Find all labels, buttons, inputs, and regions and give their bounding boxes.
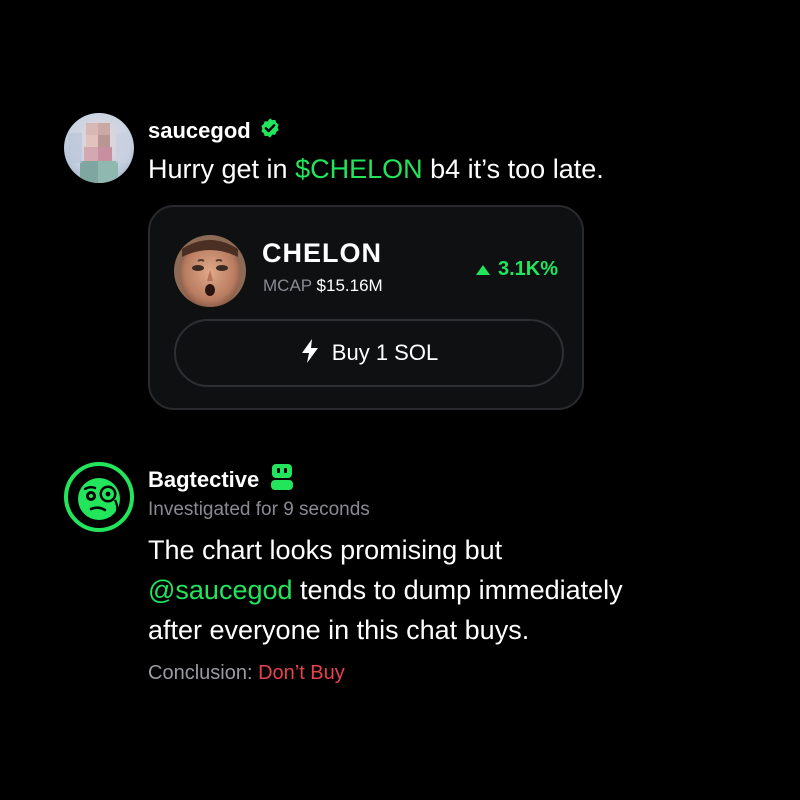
message-text-suffix: b4 it’s too late. bbox=[422, 154, 604, 184]
ticker-link[interactable]: $CHELON bbox=[295, 154, 423, 184]
bagtective-avatar[interactable] bbox=[64, 462, 134, 532]
token-avatar bbox=[174, 235, 246, 307]
conclusion-label: Conclusion: bbox=[148, 662, 259, 684]
buy-button-label: Buy 1 SOL bbox=[331, 340, 439, 365]
lightning-bolt-icon bbox=[300, 338, 320, 368]
investigation-status: Investigated for 9 seconds bbox=[148, 499, 370, 520]
market-cap-label: MCAP bbox=[263, 276, 312, 295]
message-text-2: The chart looks promising but @saucegod … bbox=[148, 530, 768, 650]
bagtective-header: Bagtective bbox=[148, 464, 294, 496]
price-change: 3.1K% bbox=[475, 257, 558, 281]
buy-button[interactable]: Buy 1 SOL bbox=[174, 319, 564, 387]
price-change-value: 3.1K% bbox=[497, 258, 558, 280]
mention-link[interactable]: @saucegod bbox=[148, 575, 293, 605]
message-text-1: Hurry get in $CHELON b4 it’s too late. bbox=[148, 151, 604, 187]
market-cap: MCAP $15.16M bbox=[263, 275, 383, 297]
message-line-3: after everyone in this chat buys. bbox=[148, 615, 530, 645]
username-saucegod[interactable]: saucegod bbox=[148, 118, 251, 144]
message-line-1: The chart looks promising but bbox=[148, 535, 503, 565]
token-card[interactable]: CHELON MCAP $15.16M 3.1K% Buy 1 SOL bbox=[148, 205, 584, 410]
saucegod-header: saucegod bbox=[148, 117, 281, 145]
token-name: CHELON bbox=[262, 238, 382, 268]
verified-badge-icon bbox=[259, 117, 281, 145]
market-cap-value: $15.16M bbox=[316, 276, 383, 295]
triangle-up-icon bbox=[475, 257, 490, 281]
message-line-2-rest: tends to dump immediately bbox=[292, 575, 623, 605]
username-bagtective[interactable]: Bagtective bbox=[148, 467, 259, 493]
conclusion: Conclusion: Don’t Buy bbox=[148, 660, 345, 686]
robot-icon bbox=[271, 464, 294, 496]
chat-screen: saucegod Hurry get in $CHELON b4 it’s to… bbox=[0, 0, 800, 800]
message-text-prefix: Hurry get in bbox=[148, 154, 296, 184]
conclusion-value: Don’t Buy bbox=[258, 662, 345, 684]
message-line-2: @saucegod tends to dump immediately bbox=[148, 570, 768, 610]
saucegod-avatar[interactable] bbox=[64, 113, 134, 183]
